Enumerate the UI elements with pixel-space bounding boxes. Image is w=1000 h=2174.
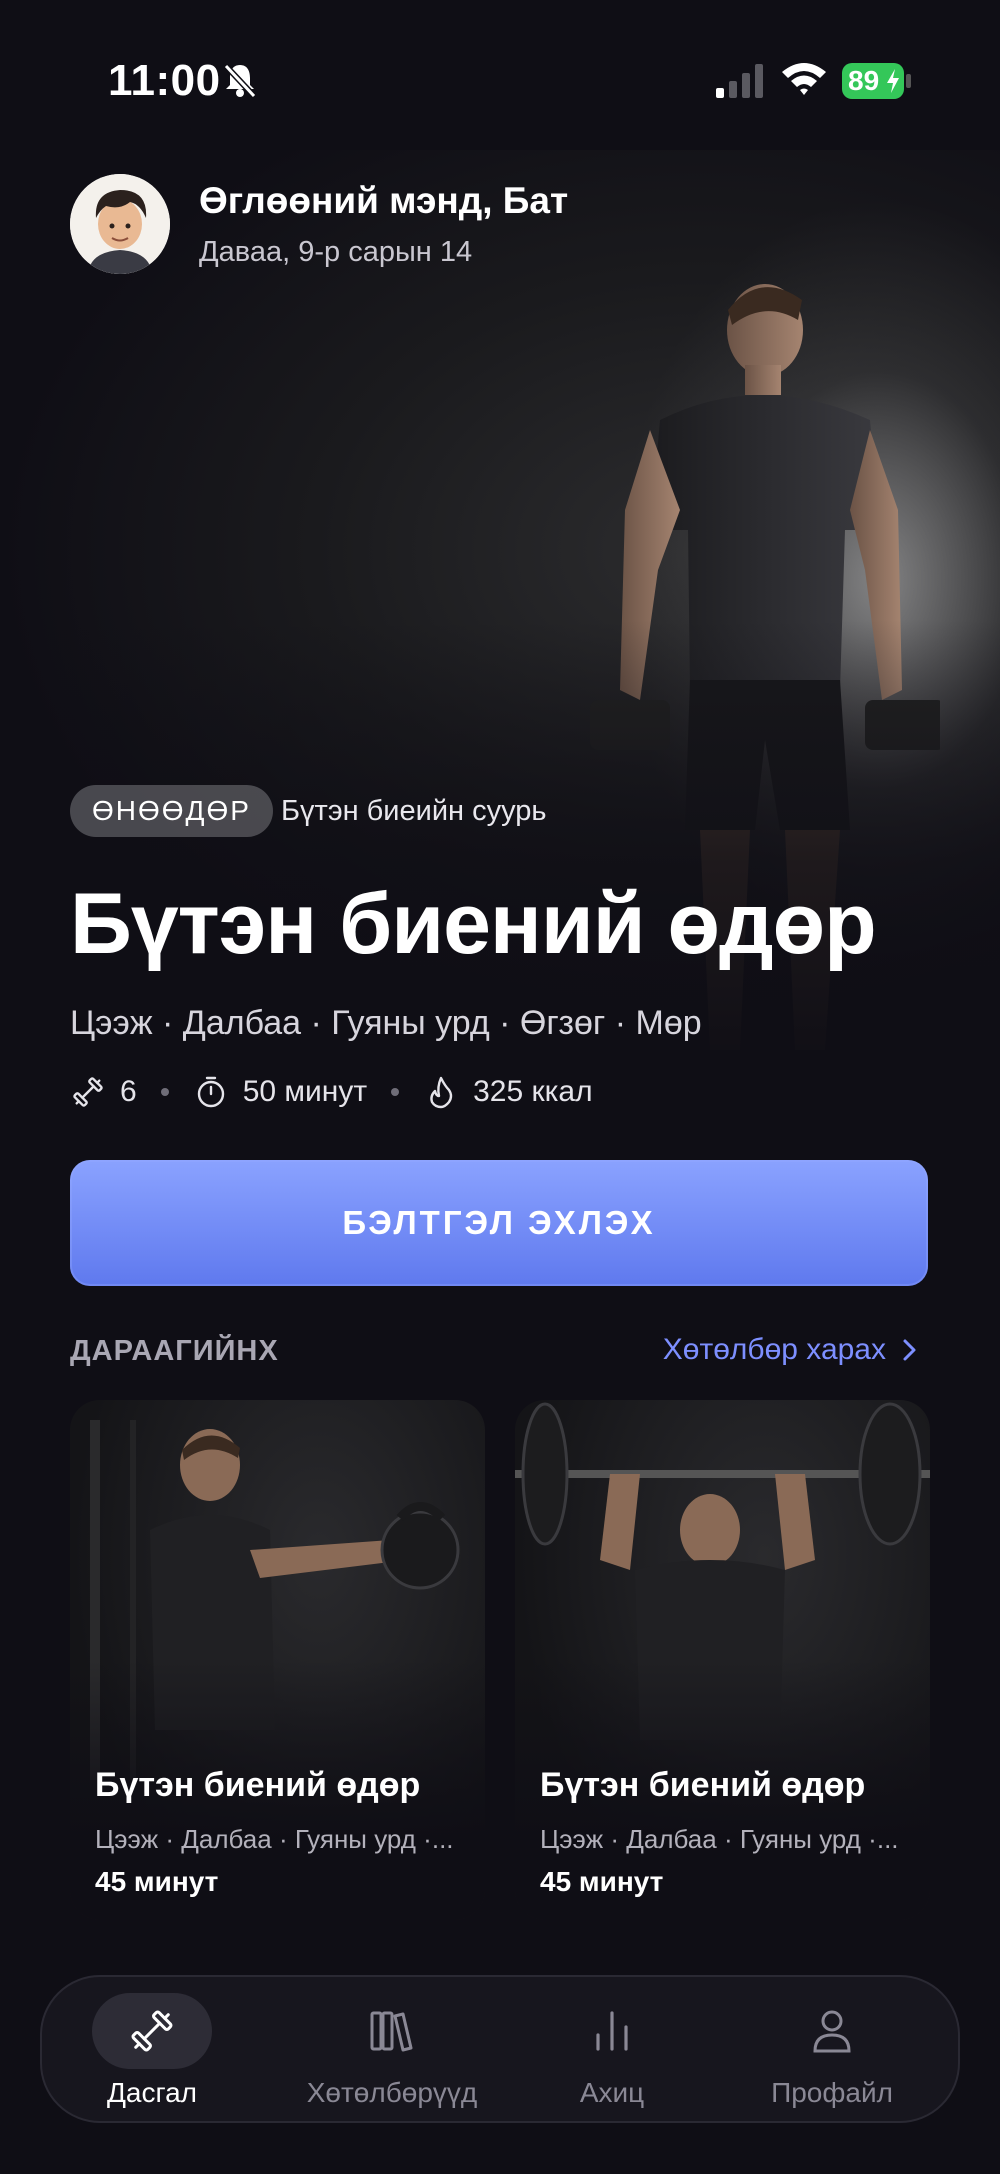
- separator-dot: [160, 1088, 169, 1096]
- workout-title: Бүтэн биений өдөр: [70, 876, 877, 972]
- card-muscles: Цээж · Далбаа · Гуяны урд ·...: [540, 1824, 899, 1854]
- greeting-date: Даваа, 9-р сарын 14: [199, 236, 473, 268]
- separator-dot: [391, 1088, 400, 1096]
- card-title: Бүтэн биений өдөр: [95, 1766, 421, 1804]
- flame-icon: [430, 1076, 453, 1109]
- card-duration: 45 минут: [95, 1866, 219, 1897]
- tab-progress[interactable]: Ахиц: [502, 1977, 722, 2121]
- today-badge: ӨНӨӨДӨР: [70, 785, 273, 837]
- dumbbell-icon: [131, 2010, 173, 2052]
- tab-icon-container: [772, 1993, 892, 2069]
- person-icon: [813, 2010, 851, 2053]
- tab-label: Хөтөлбөрүүд: [306, 2077, 478, 2108]
- next-workout-card[interactable]: Бүтэн биений өдөр Цээж · Далбаа · Гуяны …: [515, 1400, 930, 1920]
- calories: 325 ккал: [473, 1075, 593, 1108]
- avatar[interactable]: [70, 174, 170, 274]
- battery-level: 89: [848, 65, 880, 96]
- exercise-count: 6: [120, 1075, 137, 1108]
- greeting-title: Өглөөний мэнд, Бат: [199, 180, 569, 221]
- workout-duration: 50 минут: [242, 1075, 368, 1108]
- tab-workout[interactable]: Дасгал: [42, 1977, 262, 2121]
- next-section-label: ДАРААГИЙНХ: [70, 1335, 279, 1367]
- next-workout-card[interactable]: Бүтэн биений өдөр Цээж · Далбаа · Гуяны …: [70, 1400, 485, 1920]
- tab-icon-container: [332, 1993, 452, 2069]
- tab-icon-container: [552, 1993, 672, 2069]
- wifi-icon: [782, 63, 826, 95]
- workout-muscle-groups: Цээж · Далбаа · Гуяны урд · Өгзөг · Мөр: [70, 1004, 702, 1042]
- charging-bolt-icon: [887, 69, 899, 93]
- bar-chart-icon: [596, 2011, 628, 2051]
- tab-icon-container: [92, 1993, 212, 2069]
- workout-stats: 6 50 минут 325 ккал: [70, 1070, 593, 1114]
- card-duration: 45 минут: [540, 1866, 664, 1897]
- library-icon: [370, 2011, 413, 2052]
- program-name: Бүтэн биеийн суурь: [281, 795, 547, 827]
- tab-programs[interactable]: Хөтөлбөрүүд: [282, 1977, 502, 2121]
- chevron-right-icon: [903, 1339, 916, 1361]
- tab-label: Ахиц: [579, 2077, 645, 2108]
- bottom-tab-bar: Дасгал Хөтөлбөрүүд Ахиц Профайл: [40, 1975, 960, 2123]
- view-plan-link[interactable]: Хөтөлбөр харах: [663, 1333, 922, 1367]
- status-bar: 11:00 89: [0, 0, 1000, 150]
- card-muscles: Цээж · Далбаа · Гуяны урд ·...: [95, 1824, 454, 1854]
- status-time: 11:00: [108, 56, 221, 105]
- tab-profile[interactable]: Профайл: [722, 1977, 942, 2121]
- cellular-signal-icon: [716, 64, 763, 98]
- card-title: Бүтэн биений өдөр: [540, 1766, 866, 1804]
- battery-cap: [906, 74, 911, 88]
- tab-label: Дасгал: [106, 2077, 198, 2108]
- dumbbell-icon: [73, 1077, 103, 1107]
- start-workout-button[interactable]: БЭЛТГЭЛ ЭХЛЭХ: [70, 1160, 928, 1286]
- view-plan-label: Хөтөлбөр харах: [662, 1333, 886, 1366]
- bell-slash-icon: [223, 63, 257, 99]
- workout-home-screen: 11:00 89 Өглөөний мэнд, Бат Даваа, 9-р с…: [0, 0, 1000, 2174]
- battery-indicator: 89: [842, 63, 904, 99]
- stopwatch-icon: [197, 1076, 224, 1108]
- avatar-illustration: [70, 174, 170, 274]
- tab-label: Профайл: [771, 2077, 893, 2108]
